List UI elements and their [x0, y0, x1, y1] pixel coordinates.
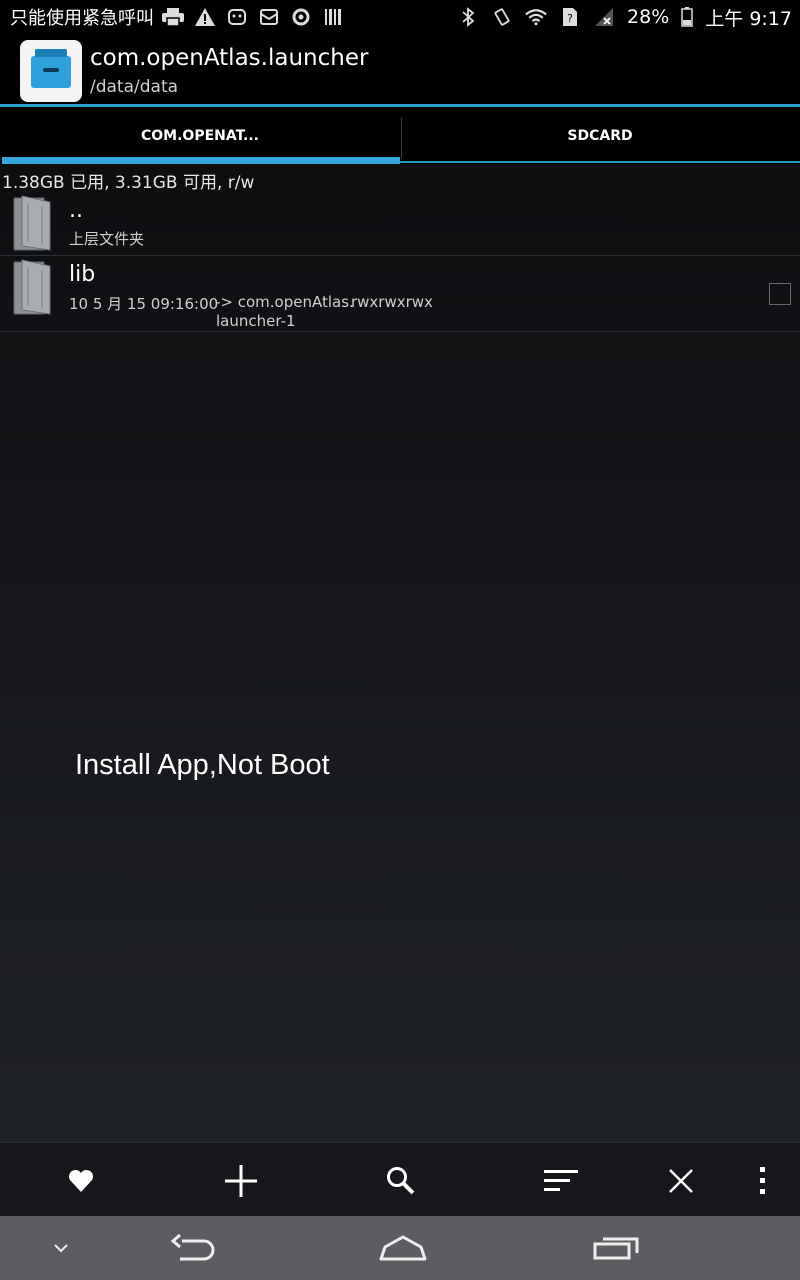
symlink-target-cont: launcher-1: [216, 312, 296, 330]
page-title: com.openAtlas.launcher: [90, 45, 369, 71]
tab-com-openatlas[interactable]: COM.OPENAT...: [0, 107, 400, 164]
action-bar: com.openAtlas.launcher /data/data: [0, 34, 800, 106]
svg-text:?: ?: [567, 12, 573, 25]
navigation-bar: [0, 1216, 800, 1280]
file-manager-app-icon[interactable]: [20, 40, 82, 102]
close-icon: [669, 1169, 693, 1193]
file-date: 10 5 月 15 09:16:00: [69, 295, 219, 313]
notification-icons: [162, 7, 344, 27]
tab-underline: [400, 161, 800, 163]
overflow-menu-button[interactable]: [742, 1161, 782, 1201]
hide-keyboard-icon: [54, 1244, 68, 1253]
battery-percent: 28%: [627, 6, 670, 28]
folder-icon: [13, 259, 51, 315]
status-bar: 只能使用紧急呼叫 ? 28% 上午 9:17: [0, 0, 800, 34]
back-button[interactable]: [165, 1228, 219, 1268]
file-description: 上层文件夹: [69, 230, 145, 248]
favorite-icon: [68, 1169, 94, 1192]
recent-apps-button[interactable]: [589, 1228, 643, 1268]
system-status-icons: ? 28% 上午 9:17: [457, 0, 792, 34]
symlink-target: -> com.openAtlas.: [215, 293, 354, 311]
no-signal-icon: [593, 7, 615, 27]
sync-icon: [290, 7, 312, 27]
barcode-icon: [322, 7, 344, 27]
print-icon: [162, 7, 184, 27]
wifi-icon: [525, 7, 547, 27]
warning-icon: [194, 7, 216, 27]
add-icon: [225, 1165, 257, 1197]
storage-info: 1.38GB 已用, 3.31GB 可用, r/w: [2, 173, 255, 193]
vibrate-icon: [491, 7, 513, 27]
back-icon: [170, 1233, 215, 1261]
tab-divider: [401, 118, 402, 158]
sort-icon: [544, 1170, 578, 1191]
home-icon: [379, 1235, 427, 1261]
android-icon: [226, 7, 248, 27]
clock: 上午 9:17: [705, 7, 792, 30]
file-name: ..: [69, 198, 83, 223]
overlay-caption: Install App,Not Boot: [75, 749, 330, 781]
no-sim-icon: ?: [559, 7, 581, 27]
add-button[interactable]: [221, 1161, 261, 1201]
mail-icon: [258, 7, 280, 27]
favorite-button[interactable]: [61, 1161, 101, 1201]
tab-sdcard[interactable]: SDCARD: [400, 107, 800, 164]
file-name: lib: [69, 262, 96, 287]
file-permissions: rwxrwxrwx: [351, 293, 433, 311]
list-item-lib[interactable]: lib 10 5 月 15 09:16:00 -> com.openAtlas.…: [0, 256, 800, 332]
tab-bar: COM.OPENAT... SDCARD: [0, 107, 800, 164]
bluetooth-icon: [457, 7, 479, 27]
search-icon: [387, 1167, 415, 1195]
folder-icon: [13, 195, 51, 251]
list-item-parent-folder[interactable]: .. 上层文件夹: [0, 192, 800, 256]
overflow-menu-icon: [760, 1167, 765, 1194]
close-button[interactable]: [661, 1161, 701, 1201]
file-list-area[interactable]: 1.38GB 已用, 3.31GB 可用, r/w .. 上层文件夹 lib 1…: [0, 164, 800, 1142]
bottom-toolbar: [0, 1142, 800, 1217]
sort-button[interactable]: [541, 1161, 581, 1201]
carrier-status-text: 只能使用紧急呼叫: [10, 8, 154, 29]
select-checkbox[interactable]: [769, 283, 791, 305]
search-button[interactable]: [381, 1161, 421, 1201]
battery-icon: [681, 7, 694, 27]
current-path: /data/data: [90, 77, 179, 97]
recent-apps-icon: [593, 1237, 639, 1260]
hide-keyboard-button[interactable]: [46, 1228, 76, 1268]
home-button[interactable]: [376, 1228, 430, 1268]
